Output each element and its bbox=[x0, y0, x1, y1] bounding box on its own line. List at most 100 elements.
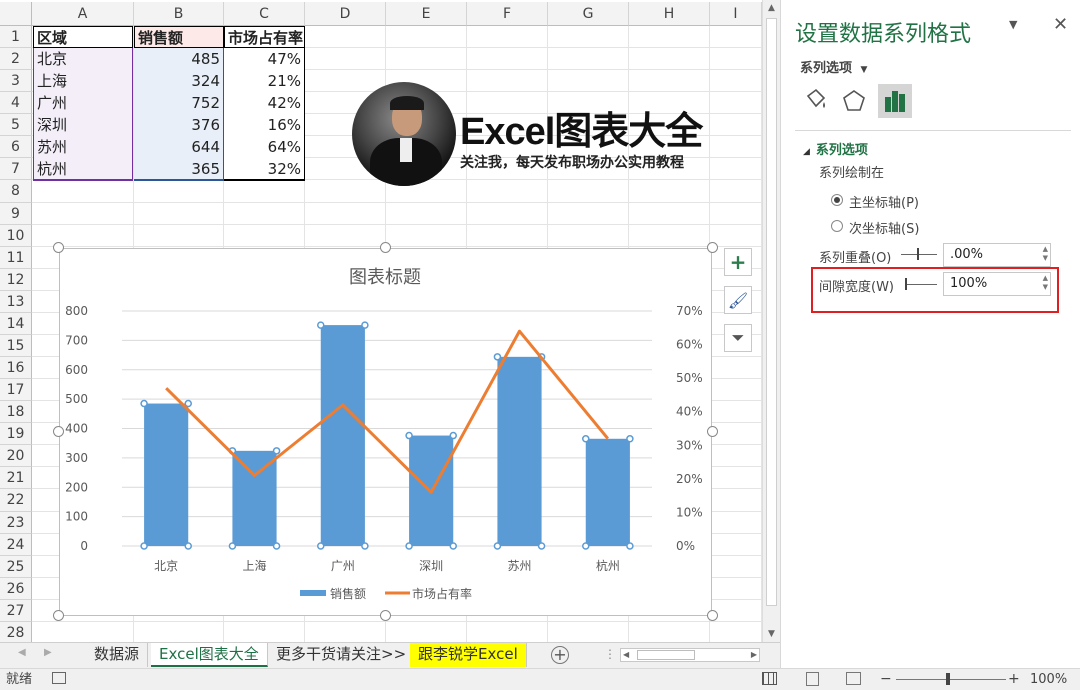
table-cell[interactable]: 广州 bbox=[33, 92, 133, 115]
series-options-icon[interactable] bbox=[878, 84, 912, 118]
column-header-f[interactable]: F bbox=[467, 2, 548, 26]
row-header-16[interactable]: 16 bbox=[0, 357, 32, 380]
select-all-corner[interactable] bbox=[0, 2, 32, 26]
gap-slider-thumb[interactable] bbox=[905, 278, 907, 290]
chart-resize-handle[interactable] bbox=[707, 610, 718, 621]
table-cell[interactable]: 深圳 bbox=[33, 114, 133, 137]
macro-record-icon[interactable] bbox=[52, 672, 66, 684]
zoom-slider-thumb[interactable] bbox=[946, 673, 950, 685]
table-cell[interactable]: 苏州 bbox=[33, 136, 133, 159]
hscroll-thumb[interactable] bbox=[637, 650, 695, 660]
row-header-3[interactable]: 3 bbox=[0, 70, 32, 93]
primary-axis-label[interactable]: 主坐标轴(P) bbox=[849, 192, 919, 211]
spin-arrows-icon[interactable]: ▲ ▼ bbox=[1043, 274, 1048, 292]
overlap-input[interactable]: .00% ▲ ▼ bbox=[943, 243, 1051, 267]
zoom-slider[interactable] bbox=[896, 679, 1006, 680]
row-header-17[interactable]: 17 bbox=[0, 379, 32, 402]
row-header-18[interactable]: 18 bbox=[0, 401, 32, 424]
scroll-up-icon[interactable]: ▲ bbox=[763, 0, 780, 16]
overlap-slider-thumb[interactable] bbox=[917, 248, 919, 260]
column-header-b[interactable]: B bbox=[134, 2, 224, 26]
chart-style-button[interactable]: 🖌 bbox=[724, 286, 752, 314]
row-header-9[interactable]: 9 bbox=[0, 202, 32, 225]
row-header-28[interactable]: 28 bbox=[0, 621, 32, 642]
series-options-menu[interactable]: 系列选项 ▼ bbox=[800, 57, 867, 76]
row-header-23[interactable]: 23 bbox=[0, 511, 32, 534]
scroll-thumb[interactable] bbox=[766, 18, 777, 606]
zoom-out-icon[interactable]: − bbox=[880, 669, 892, 690]
tab-excel-charts[interactable]: Excel图表大全 bbox=[151, 643, 268, 667]
tab-split-icon[interactable]: ⋮ bbox=[604, 647, 616, 661]
page-break-icon[interactable] bbox=[846, 672, 861, 685]
column-header-g[interactable]: G bbox=[548, 2, 629, 26]
tab-learn-excel[interactable]: 跟李锐学Excel bbox=[410, 643, 527, 667]
add-sheet-icon[interactable]: + bbox=[551, 646, 569, 664]
table-cell[interactable]: 杭州 bbox=[33, 158, 133, 181]
effects-icon[interactable] bbox=[838, 86, 870, 116]
row-header-4[interactable]: 4 bbox=[0, 92, 32, 115]
row-header-13[interactable]: 13 bbox=[0, 290, 32, 313]
page-layout-icon[interactable] bbox=[806, 672, 819, 686]
tab-more-tips[interactable]: 更多干货请关注>> bbox=[268, 643, 416, 667]
combo-chart[interactable]: 图表标题 0 100 200 300 400 500 600 700 800 0% 10% 20% 30%… bbox=[59, 248, 712, 616]
overlap-slider[interactable] bbox=[901, 254, 937, 255]
table-cell[interactable]: 752 bbox=[134, 92, 224, 115]
secondary-axis-label[interactable]: 次坐标轴(S) bbox=[849, 218, 919, 237]
table-cell[interactable]: 北京 bbox=[33, 48, 133, 71]
table-cell[interactable]: 365 bbox=[134, 158, 224, 181]
column-header-d[interactable]: D bbox=[305, 2, 386, 26]
zoom-level[interactable]: 100% bbox=[1030, 669, 1067, 690]
spin-arrows-icon[interactable]: ▲ ▼ bbox=[1043, 245, 1048, 263]
add-chart-element-button[interactable]: + bbox=[724, 248, 752, 276]
table-cell[interactable]: 上海 bbox=[33, 70, 133, 93]
close-icon[interactable]: ✕ bbox=[1053, 14, 1068, 35]
column-header-c[interactable]: C bbox=[224, 2, 305, 26]
normal-view-icon[interactable] bbox=[762, 672, 777, 685]
table-cell[interactable]: 32% bbox=[224, 158, 305, 181]
secondary-axis-radio[interactable] bbox=[831, 220, 843, 232]
column-header-a[interactable]: A bbox=[32, 2, 134, 26]
chart-resize-handle[interactable] bbox=[53, 426, 64, 437]
row-header-2[interactable]: 2 bbox=[0, 48, 32, 71]
table-cell[interactable]: 21% bbox=[224, 70, 305, 93]
chart-resize-handle[interactable] bbox=[380, 610, 391, 621]
chart-resize-handle[interactable] bbox=[707, 242, 718, 253]
row-header-26[interactable]: 26 bbox=[0, 577, 32, 600]
chart-resize-handle[interactable] bbox=[707, 426, 718, 437]
row-header-7[interactable]: 7 bbox=[0, 158, 32, 181]
row-header-14[interactable]: 14 bbox=[0, 312, 32, 335]
horizontal-scrollbar[interactable]: ◀ ▶ bbox=[620, 648, 760, 662]
tab-data-source[interactable]: 数据源 bbox=[86, 643, 149, 667]
table-cell[interactable]: 485 bbox=[134, 48, 224, 71]
worksheet-grid[interactable]: ABCDEFGHI 1 2 3 4 5 6 7 8 9 10 11 12 13 14 15 16 17 18 19 2… bbox=[0, 0, 762, 642]
pane-options-icon[interactable]: ▼ bbox=[1009, 18, 1017, 31]
row-header-21[interactable]: 21 bbox=[0, 467, 32, 490]
table-cell[interactable]: 64% bbox=[224, 136, 305, 159]
header-cell-region[interactable]: 区域 bbox=[33, 26, 133, 48]
column-header-i[interactable]: I bbox=[710, 2, 762, 26]
header-cell-sales[interactable]: 销售额 bbox=[134, 26, 224, 48]
table-cell[interactable]: 42% bbox=[224, 92, 305, 115]
row-header-15[interactable]: 15 bbox=[0, 334, 32, 358]
table-cell[interactable]: 47% bbox=[224, 48, 305, 71]
table-cell[interactable]: 376 bbox=[134, 114, 224, 137]
tab-scroll-right-icon[interactable]: ▶ bbox=[44, 647, 52, 658]
hscroll-left-icon[interactable]: ◀ bbox=[623, 649, 629, 661]
row-header-5[interactable]: 5 bbox=[0, 114, 32, 137]
row-header-1[interactable]: 1 bbox=[0, 26, 32, 49]
scroll-down-icon[interactable]: ▼ bbox=[763, 626, 780, 642]
tab-scroll-left-icon[interactable]: ◀ bbox=[18, 647, 26, 658]
row-header-20[interactable]: 20 bbox=[0, 445, 32, 468]
vertical-scrollbar[interactable]: ▲ ▼ bbox=[762, 0, 780, 642]
table-cell[interactable]: 324 bbox=[134, 70, 224, 93]
row-header-27[interactable]: 27 bbox=[0, 599, 32, 622]
primary-axis-radio[interactable] bbox=[831, 194, 843, 206]
chart-filter-button[interactable]: ⏷ bbox=[724, 324, 752, 352]
table-cell[interactable]: 16% bbox=[224, 114, 305, 137]
gap-slider[interactable] bbox=[905, 284, 937, 285]
column-header-e[interactable]: E bbox=[386, 2, 467, 26]
hscroll-right-icon[interactable]: ▶ bbox=[751, 649, 757, 661]
chart-resize-handle[interactable] bbox=[53, 610, 64, 621]
fill-line-icon[interactable] bbox=[800, 86, 832, 116]
row-header-24[interactable]: 24 bbox=[0, 533, 32, 556]
